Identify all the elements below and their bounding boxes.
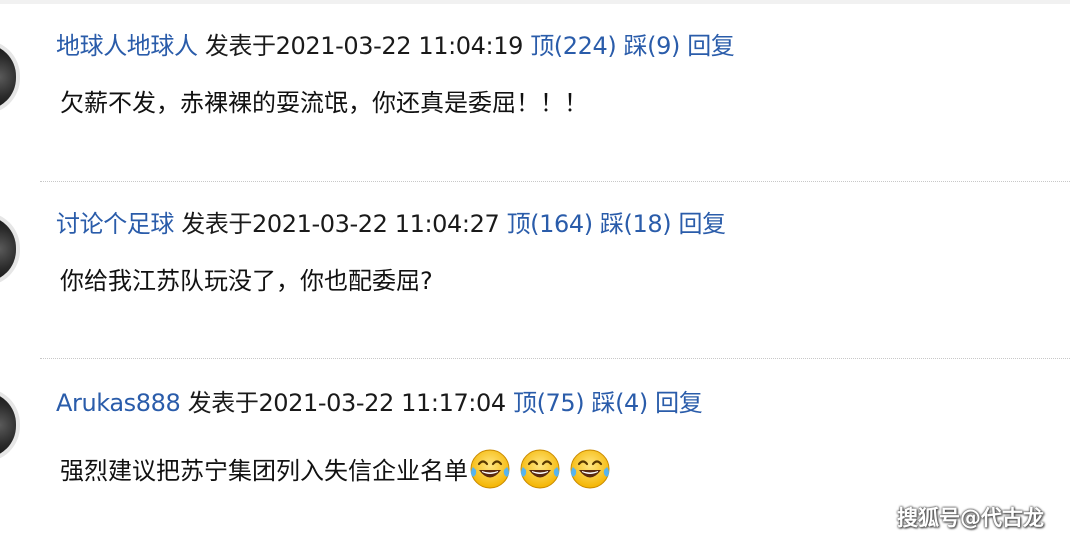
comment-text: 欠薪不发，赤裸裸的耍流氓，你还真是委屈！！！ [60, 89, 588, 117]
reply-button[interactable]: 回复 [678, 210, 726, 238]
divider [40, 181, 1070, 182]
comment-text-row: 强烈建议把苏宁集团列入失信企业名单 [60, 447, 618, 491]
avatar[interactable] [0, 40, 20, 114]
comment-meta: 地球人地球人 发表于2021-03-22 11:04:19 顶(224) 踩(9… [56, 31, 735, 61]
posted-time: 发表于2021-03-22 11:17:04 [187, 389, 507, 417]
reply-button[interactable]: 回复 [687, 32, 735, 60]
watermark: 搜狐号@代古龙 [897, 506, 1044, 530]
laughing-tears-icon [570, 449, 610, 489]
comment-meta: 讨论个足球 发表于2021-03-22 11:04:27 顶(164) 踩(18… [56, 209, 726, 239]
reply-button[interactable]: 回复 [655, 389, 703, 417]
posted-time: 发表于2021-03-22 11:04:19 [204, 32, 524, 60]
author-link[interactable]: 讨论个足球 [56, 210, 174, 238]
avatar[interactable] [0, 388, 20, 462]
divider [40, 358, 1070, 359]
author-link[interactable]: Arukas888 [56, 389, 181, 417]
laughing-tears-icon [520, 449, 560, 489]
downvote-button[interactable]: 踩(18) [600, 210, 672, 238]
posted-time: 发表于2021-03-22 11:04:27 [181, 210, 500, 238]
upvote-button[interactable]: 顶(75) [513, 389, 585, 417]
upvote-button[interactable]: 顶(224) [530, 32, 617, 60]
comment-thread: 地球人地球人 发表于2021-03-22 11:04:19 顶(224) 踩(9… [0, 0, 1070, 542]
emoji-group [468, 449, 618, 489]
author-link[interactable]: 地球人地球人 [56, 32, 198, 60]
top-rule [0, 0, 1070, 4]
avatar[interactable] [0, 212, 20, 286]
downvote-button[interactable]: 踩(4) [591, 389, 648, 417]
downvote-button[interactable]: 踩(9) [624, 32, 681, 60]
upvote-button[interactable]: 顶(164) [507, 210, 594, 238]
laughing-tears-icon [470, 449, 510, 489]
comment-meta: Arukas888 发表于2021-03-22 11:17:04 顶(75) 踩… [56, 388, 703, 418]
comment-text: 强烈建议把苏宁集团列入失信企业名单 [60, 457, 468, 485]
comment-text: 你给我江苏队玩没了，你也配委屈? [60, 267, 433, 295]
